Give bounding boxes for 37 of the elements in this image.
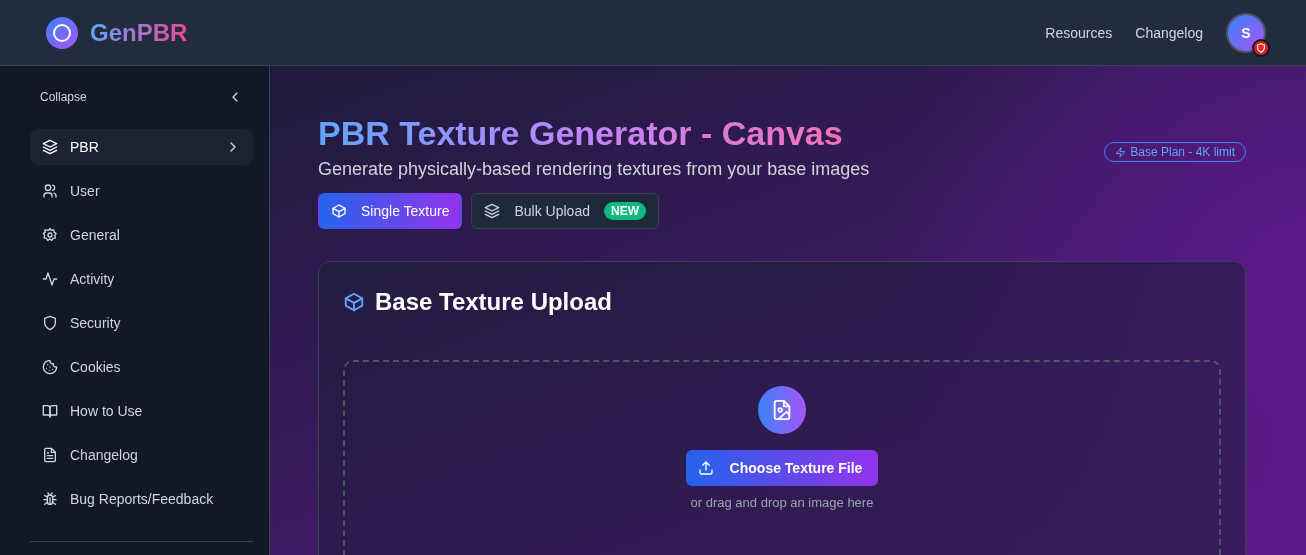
- logo-icon: [46, 16, 78, 49]
- choose-file-button[interactable]: Choose Texture File: [685, 450, 879, 486]
- collapse-button[interactable]: Collapse: [30, 86, 253, 108]
- mode-tab[interactable]: Bulk Upload NEW: [471, 193, 659, 229]
- sidebar-item[interactable]: How to Use: [30, 393, 253, 429]
- pulse-icon: [42, 271, 58, 287]
- upload-icon: [697, 460, 714, 476]
- mode-tab[interactable]: Single Texture: [318, 193, 463, 229]
- sidebar-item[interactable]: Cookies: [30, 349, 253, 385]
- nav-link[interactable]: Resources: [1045, 24, 1113, 41]
- users-icon: [42, 183, 58, 199]
- page-subtitle: Generate physically-based rendering textures from your base images: [318, 159, 870, 180]
- sidebar-item[interactable]: General: [30, 217, 253, 253]
- profile-avatar[interactable]: S: [1226, 12, 1266, 53]
- cube-icon: [331, 203, 347, 219]
- nav-link[interactable]: Changelog: [1135, 24, 1203, 41]
- sidebar-item[interactable]: User: [30, 173, 253, 209]
- bug-icon: [42, 491, 58, 507]
- sidebar-item[interactable]: Activity: [30, 261, 253, 297]
- cookie-icon: [42, 359, 58, 375]
- image-file-icon: [758, 386, 806, 434]
- shield-icon: [42, 315, 58, 331]
- sidebar-item[interactable]: Bug Reports/Feedback: [30, 481, 253, 517]
- gear-icon: [42, 227, 58, 243]
- lightning-icon: [1115, 146, 1127, 158]
- layers-icon: [484, 203, 501, 219]
- sidebar-item[interactable]: Changelog: [30, 437, 253, 473]
- cube-icon: [343, 291, 365, 313]
- new-badge: NEW: [603, 202, 646, 220]
- drop-zone[interactable]: Choose Texture File or drag and drop an image here: [343, 360, 1221, 555]
- book-icon: [42, 403, 58, 419]
- sidebar-item[interactable]: PBR: [30, 129, 253, 165]
- card-title: Base Texture Upload: [375, 288, 612, 316]
- document-icon: [42, 447, 58, 463]
- sidebar-item[interactable]: Security: [30, 305, 253, 341]
- layers-icon: [42, 139, 58, 155]
- drop-hint: or drag and drop an image here: [690, 495, 874, 510]
